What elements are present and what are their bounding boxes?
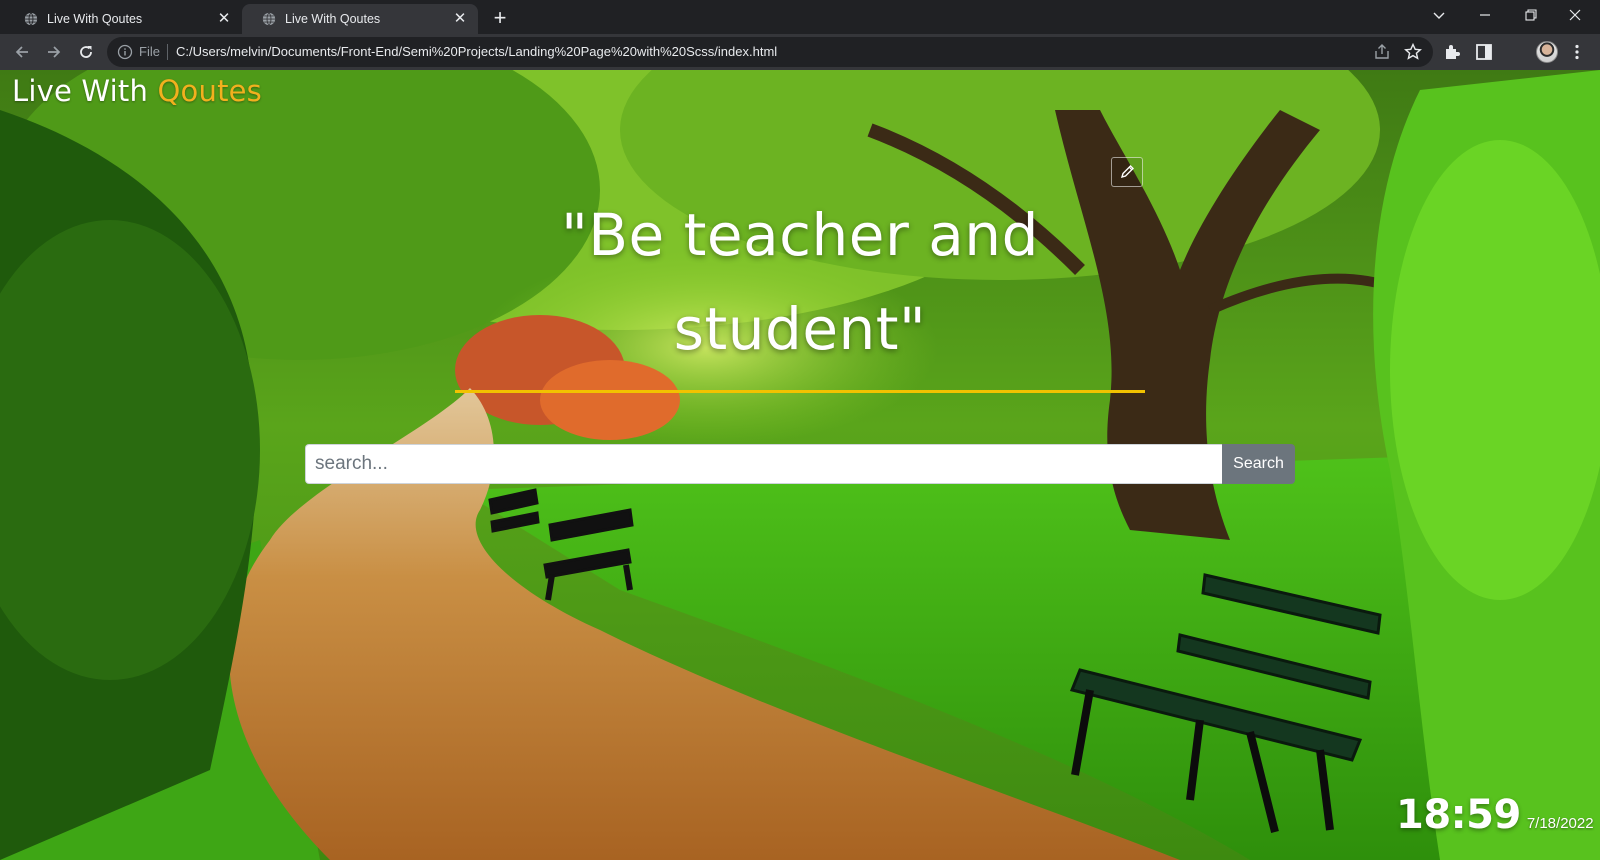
sidepanel-icon[interactable] bbox=[1474, 42, 1494, 62]
profile-avatar[interactable] bbox=[1536, 41, 1558, 63]
menu-dots-icon[interactable] bbox=[1567, 42, 1587, 62]
site-logo[interactable]: Live With Qoutes bbox=[12, 74, 262, 108]
forward-arrow-icon[interactable] bbox=[40, 38, 68, 66]
tab-2[interactable]: Live With Qoutes ✕ bbox=[242, 4, 478, 34]
brand-main-text: Live With bbox=[12, 74, 149, 108]
quote-text: "Be teacher and student" bbox=[561, 201, 1039, 363]
clock-widget: 18:59 7/18/2022 bbox=[1396, 792, 1594, 838]
brand-accent-text: Qoutes bbox=[157, 74, 262, 108]
browser-toolbar: File C:/Users/melvin/Documents/Front-End… bbox=[0, 34, 1600, 70]
close-window-icon[interactable] bbox=[1552, 0, 1598, 30]
tab-title: Live With Qoutes bbox=[285, 12, 381, 26]
minimize-icon[interactable] bbox=[1462, 0, 1508, 30]
extensions-icon[interactable] bbox=[1442, 42, 1462, 62]
tab-search-icon[interactable] bbox=[1416, 0, 1462, 30]
share-icon[interactable] bbox=[1372, 42, 1392, 62]
reload-icon[interactable] bbox=[72, 38, 100, 66]
clock-time: 18:59 bbox=[1396, 792, 1521, 838]
clock-date: 7/18/2022 bbox=[1526, 815, 1594, 832]
restore-icon[interactable] bbox=[1508, 0, 1554, 30]
tab-1[interactable]: Live With Qoutes ✕ bbox=[4, 4, 242, 34]
globe-icon bbox=[24, 12, 38, 26]
close-icon[interactable]: ✕ bbox=[452, 11, 468, 27]
address-url[interactable]: C:/Users/melvin/Documents/Front-End/Semi… bbox=[176, 44, 777, 59]
scheme-label: File bbox=[139, 44, 160, 59]
search-form: Search bbox=[305, 444, 1295, 484]
new-tab-button[interactable]: + bbox=[487, 6, 513, 32]
close-icon[interactable]: ✕ bbox=[216, 11, 232, 27]
search-button[interactable]: Search bbox=[1222, 444, 1295, 484]
globe-icon bbox=[262, 12, 276, 26]
edit-quote-button[interactable] bbox=[1111, 157, 1143, 187]
address-divider bbox=[167, 44, 168, 60]
info-icon[interactable] bbox=[117, 44, 133, 60]
tab-title: Live With Qoutes bbox=[47, 12, 143, 26]
address-bar[interactable]: File C:/Users/melvin/Documents/Front-End… bbox=[107, 37, 1433, 67]
pencil-icon bbox=[1120, 165, 1134, 179]
page-viewport: Live With Qoutes "Be teacher and student… bbox=[0, 70, 1600, 860]
quote-underline bbox=[455, 390, 1145, 393]
back-arrow-icon[interactable] bbox=[8, 38, 36, 66]
tab-strip: Live With Qoutes ✕ Live With Qoutes ✕ + bbox=[0, 0, 1600, 34]
search-input[interactable] bbox=[305, 444, 1222, 484]
star-icon[interactable] bbox=[1403, 42, 1423, 62]
